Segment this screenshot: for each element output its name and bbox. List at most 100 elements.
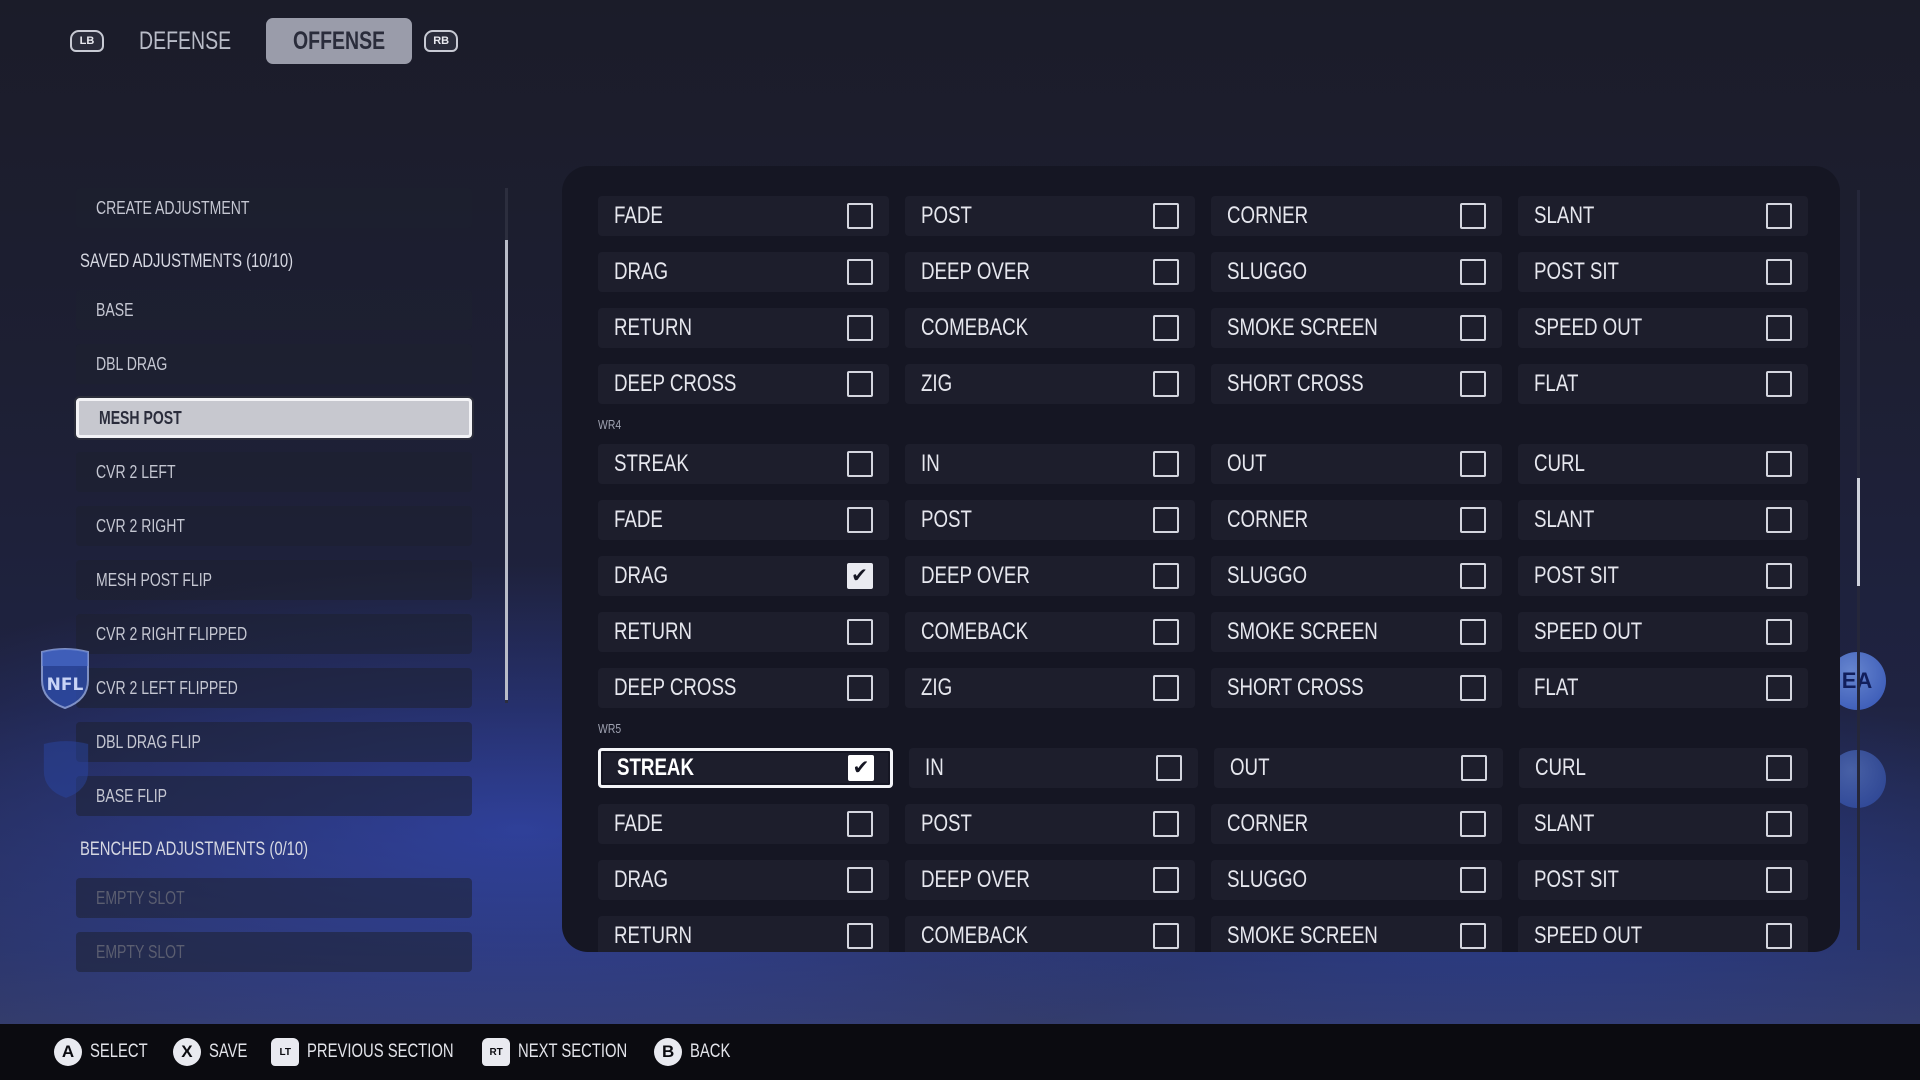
route-option-post-sit[interactable]: POST SIT (1517, 556, 1808, 596)
checkbox-icon[interactable] (1153, 563, 1179, 589)
saved-adjustment-cvr-2-left[interactable]: CVR 2 LEFT (76, 452, 472, 492)
checkbox-icon[interactable] (846, 867, 873, 893)
checkbox-icon[interactable] (1766, 451, 1792, 477)
route-option-deep-over[interactable]: DEEP OVER (904, 556, 1195, 596)
route-option-drag[interactable]: DRAG ✔ (598, 556, 889, 596)
route-option-post-sit[interactable]: POST SIT (1517, 252, 1808, 292)
route-option-flat[interactable]: FLAT (1517, 364, 1808, 404)
checkbox-icon[interactable] (1459, 315, 1486, 341)
checkbox-icon[interactable] (846, 675, 873, 701)
checkbox-icon[interactable] (846, 923, 873, 949)
checkbox-icon[interactable] (846, 315, 873, 341)
checkbox-icon[interactable] (1153, 371, 1179, 397)
checkbox-icon[interactable] (1459, 507, 1486, 533)
checkbox-icon[interactable] (1766, 923, 1792, 949)
checkbox-icon[interactable] (846, 371, 873, 397)
saved-adjustment-dbl-drag[interactable]: DBL DRAG (76, 344, 472, 384)
checkbox-icon[interactable] (1766, 811, 1792, 837)
lb-bumper-icon[interactable]: LB (70, 30, 104, 52)
route-option-speed-out[interactable]: SPEED OUT (1517, 612, 1808, 652)
checkbox-icon[interactable] (1153, 259, 1179, 285)
route-option-sluggo[interactable]: SLUGGO (1211, 252, 1502, 292)
checkbox-icon[interactable] (1153, 675, 1179, 701)
checkbox-icon[interactable] (1459, 867, 1486, 893)
route-option-out[interactable]: OUT (1214, 748, 1503, 788)
route-option-deep-cross[interactable]: DEEP CROSS (598, 668, 889, 708)
route-option-post[interactable]: POST (904, 804, 1195, 844)
checkbox-icon[interactable] (1459, 923, 1486, 949)
route-option-smoke-screen[interactable]: SMOKE SCREEN (1211, 916, 1502, 952)
route-option-flat[interactable]: FLAT (1517, 668, 1808, 708)
route-option-deep-cross[interactable]: DEEP CROSS (598, 364, 889, 404)
route-option-curl[interactable]: CURL (1517, 444, 1808, 484)
saved-adjustment-cvr-2-left-flipped[interactable]: CVR 2 LEFT FLIPPED (76, 668, 472, 708)
route-option-slant[interactable]: SLANT (1517, 804, 1808, 844)
checkbox-icon[interactable] (1766, 867, 1792, 893)
route-option-sluggo[interactable]: SLUGGO (1211, 556, 1502, 596)
checkbox-icon[interactable] (846, 203, 873, 229)
checkbox-icon[interactable] (1766, 315, 1792, 341)
route-option-zig[interactable]: ZIG (904, 668, 1195, 708)
route-option-short-cross[interactable]: SHORT CROSS (1211, 364, 1502, 404)
create-adjustment-button[interactable]: CREATE ADJUSTMENT (76, 188, 472, 228)
saved-adjustment-base-flip[interactable]: BASE FLIP (76, 776, 472, 816)
checkbox-icon[interactable] (1153, 923, 1179, 949)
checkbox-icon[interactable] (1459, 619, 1486, 645)
checkbox-icon[interactable] (1459, 451, 1486, 477)
route-option-corner[interactable]: CORNER (1211, 196, 1502, 236)
checkbox-icon[interactable] (846, 451, 873, 477)
benched-slot[interactable]: EMPTY SLOT (76, 932, 472, 972)
checkbox-icon[interactable] (1153, 867, 1179, 893)
route-option-comeback[interactable]: COMEBACK (904, 308, 1195, 348)
saved-adjustment-mesh-post-flip[interactable]: MESH POST FLIP (76, 560, 472, 600)
checkbox-icon[interactable] (1459, 203, 1486, 229)
checkbox-checked-icon[interactable]: ✔ (846, 563, 873, 589)
checkbox-icon[interactable] (1461, 755, 1487, 781)
checkbox-icon[interactable] (1459, 371, 1486, 397)
route-option-deep-over[interactable]: DEEP OVER (904, 860, 1195, 900)
route-option-deep-over[interactable]: DEEP OVER (904, 252, 1195, 292)
route-option-drag[interactable]: DRAG (598, 252, 889, 292)
route-option-speed-out[interactable]: SPEED OUT (1517, 916, 1808, 952)
route-option-in[interactable]: IN (904, 444, 1195, 484)
hint-next-section[interactable]: RT NEXT SECTION (482, 1038, 658, 1066)
route-option-corner[interactable]: CORNER (1211, 804, 1502, 844)
checkbox-icon[interactable] (1766, 371, 1792, 397)
route-option-comeback[interactable]: COMEBACK (904, 916, 1195, 952)
checkbox-icon[interactable] (1766, 259, 1792, 285)
hint-select[interactable]: A SELECT (54, 1038, 164, 1066)
saved-adjustment-mesh-post[interactable]: MESH POST (76, 398, 472, 438)
hint-previous-section[interactable]: LT PREVIOUS SECTION (271, 1038, 495, 1066)
route-option-streak[interactable]: STREAK (598, 444, 889, 484)
route-option-fade[interactable]: FADE (598, 804, 889, 844)
saved-adjustment-dbl-drag-flip[interactable]: DBL DRAG FLIP (76, 722, 472, 762)
checkbox-icon[interactable] (1153, 507, 1179, 533)
hint-save[interactable]: X SAVE (172, 1038, 258, 1066)
checkbox-icon[interactable] (1153, 619, 1179, 645)
route-option-smoke-screen[interactable]: SMOKE SCREEN (1211, 612, 1502, 652)
checkbox-icon[interactable] (1153, 203, 1179, 229)
route-option-post-sit[interactable]: POST SIT (1517, 860, 1808, 900)
route-option-return[interactable]: RETURN (598, 916, 889, 952)
checkbox-icon[interactable] (846, 619, 873, 645)
route-option-comeback[interactable]: COMEBACK (904, 612, 1195, 652)
checkbox-icon[interactable] (1156, 755, 1182, 781)
checkbox-icon[interactable] (1459, 259, 1486, 285)
route-option-out[interactable]: OUT (1211, 444, 1502, 484)
checkbox-icon[interactable] (1766, 507, 1792, 533)
checkbox-icon[interactable] (1153, 811, 1179, 837)
checkbox-icon[interactable] (1766, 619, 1792, 645)
checkbox-icon[interactable] (1766, 675, 1792, 701)
checkbox-icon[interactable] (846, 811, 873, 837)
route-option-in[interactable]: IN (909, 748, 1198, 788)
route-option-slant[interactable]: SLANT (1517, 196, 1808, 236)
checkbox-icon[interactable] (1766, 755, 1792, 781)
checkbox-icon[interactable] (1459, 675, 1486, 701)
route-option-speed-out[interactable]: SPEED OUT (1517, 308, 1808, 348)
checkbox-icon[interactable] (1459, 563, 1486, 589)
benched-slot[interactable]: EMPTY SLOT (76, 878, 472, 918)
route-option-drag[interactable]: DRAG (598, 860, 889, 900)
checkbox-icon[interactable] (1766, 563, 1792, 589)
tab-offense[interactable]: OFFENSE (266, 18, 413, 64)
route-option-post[interactable]: POST (904, 500, 1195, 540)
